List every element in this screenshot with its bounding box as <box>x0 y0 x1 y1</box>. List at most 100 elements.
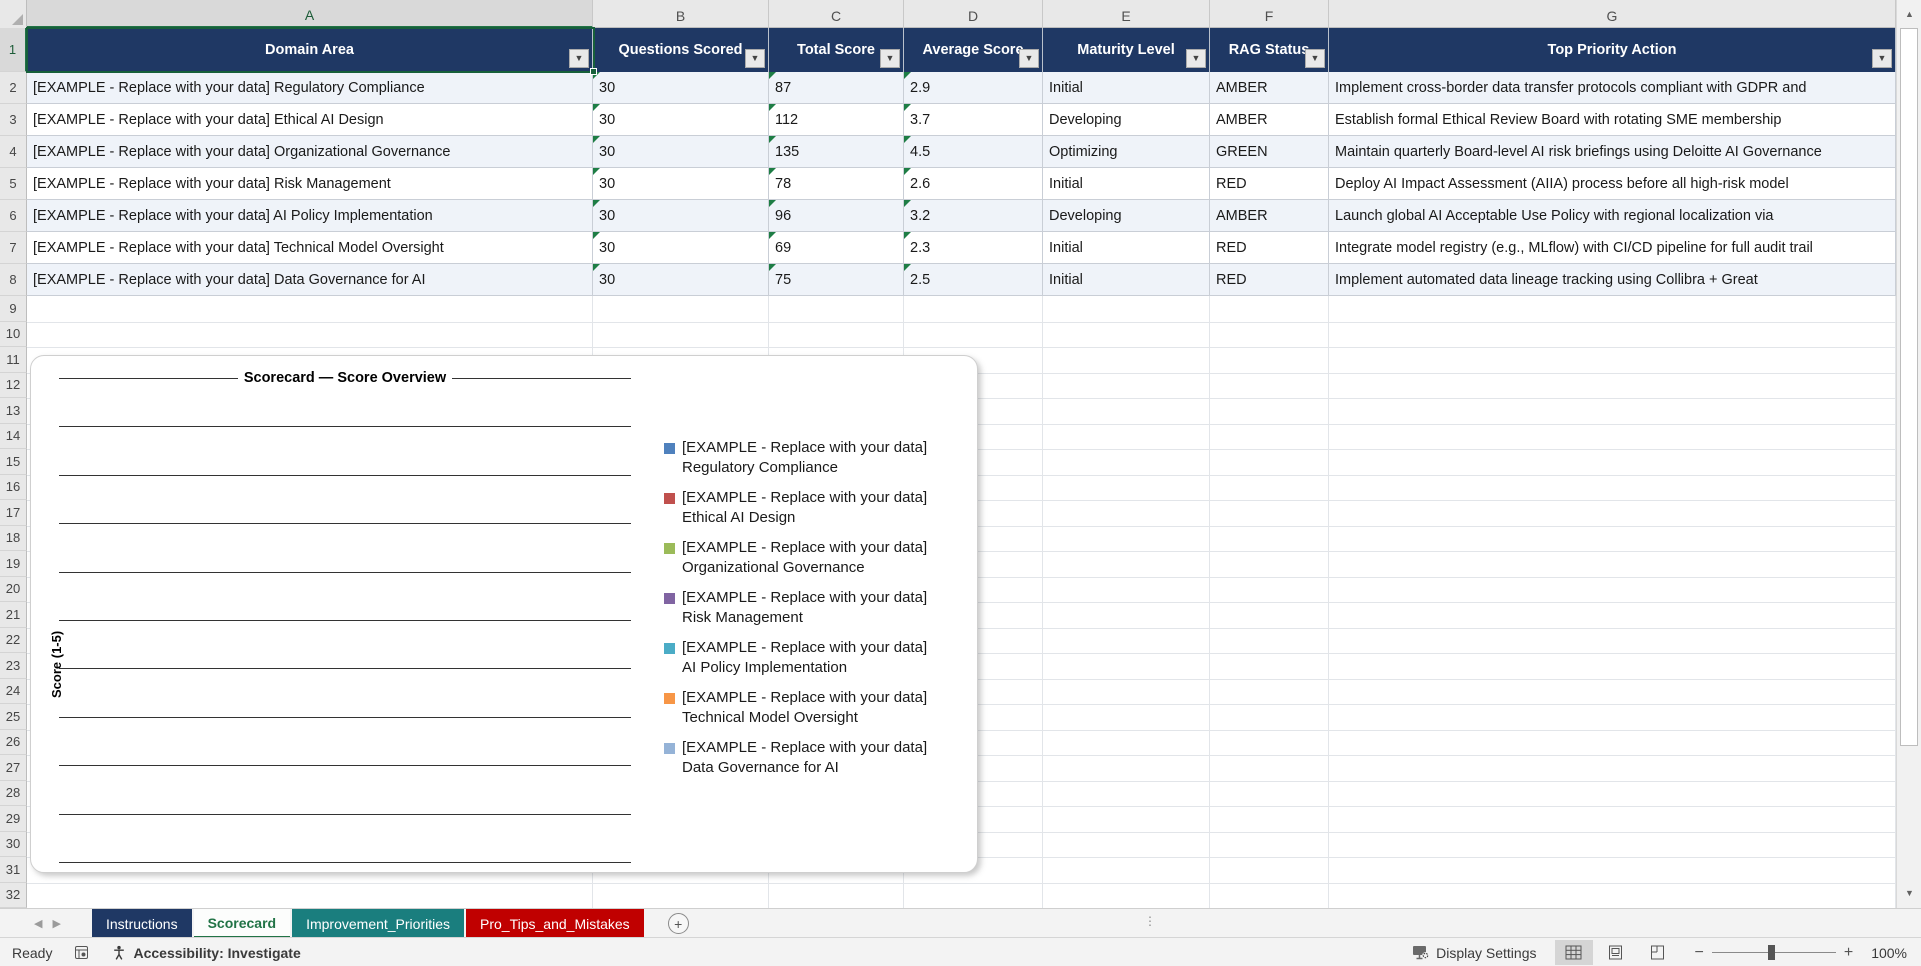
cell-G7[interactable]: Integrate model registry (e.g., MLflow) … <box>1329 232 1896 264</box>
row-header-8[interactable]: 8 <box>0 264 27 296</box>
zoom-track[interactable] <box>1711 945 1836 960</box>
filter-dropdown-icon[interactable]: ▼ <box>880 49 900 68</box>
legend-item[interactable]: [EXAMPLE - Replace with your data] Techn… <box>664 688 949 728</box>
row-header-32[interactable]: 32 <box>0 882 27 908</box>
cell-B2[interactable]: 30 <box>593 72 769 104</box>
row-header-26[interactable]: 26 <box>0 729 27 755</box>
row-header-10[interactable]: 10 <box>0 321 27 347</box>
row-header-7[interactable]: 7 <box>0 232 27 264</box>
legend-item[interactable]: [EXAMPLE - Replace with your data] Ethic… <box>664 488 949 528</box>
cell-B5[interactable]: 30 <box>593 168 769 200</box>
page-layout-view-button[interactable] <box>1597 940 1635 965</box>
row-header-2[interactable]: 2 <box>0 72 27 104</box>
cell-E4[interactable]: Optimizing <box>1043 136 1210 168</box>
table-header-F[interactable]: RAG Status ▼ <box>1210 28 1329 72</box>
filter-dropdown-icon[interactable]: ▼ <box>745 49 765 68</box>
row-header-12[interactable]: 12 <box>0 372 27 398</box>
cell-G2[interactable]: Implement cross-border data transfer pro… <box>1329 72 1896 104</box>
row-header-21[interactable]: 21 <box>0 602 27 628</box>
cell-D4[interactable]: 4.5 <box>904 136 1043 168</box>
zoom-in-icon[interactable]: + <box>1844 944 1853 962</box>
cell-D8[interactable]: 2.5 <box>904 264 1043 296</box>
cell-G8[interactable]: Implement automated data lineage trackin… <box>1329 264 1896 296</box>
cell-F4[interactable]: GREEN <box>1210 136 1329 168</box>
cell-A6[interactable]: [EXAMPLE - Replace with your data] AI Po… <box>27 200 593 232</box>
zoom-handle[interactable] <box>1767 945 1775 960</box>
accessibility-status[interactable]: Accessibility: Investigate <box>111 945 301 961</box>
row-header-23[interactable]: 23 <box>0 653 27 679</box>
row-header-30[interactable]: 30 <box>0 831 27 857</box>
cell-B6[interactable]: 30 <box>593 200 769 232</box>
row-header-16[interactable]: 16 <box>0 474 27 500</box>
cell-B8[interactable]: 30 <box>593 264 769 296</box>
cell-B3[interactable]: 30 <box>593 104 769 136</box>
filter-dropdown-icon[interactable]: ▼ <box>1186 49 1206 68</box>
cell-D2[interactable]: 2.9 <box>904 72 1043 104</box>
cell-F8[interactable]: RED <box>1210 264 1329 296</box>
normal-view-button[interactable] <box>1554 940 1593 965</box>
row-header-24[interactable]: 24 <box>0 678 27 704</box>
legend-item[interactable]: [EXAMPLE - Replace with your data] Regul… <box>664 438 949 478</box>
display-settings-button[interactable]: Display Settings <box>1412 945 1537 961</box>
fill-handle[interactable] <box>590 68 597 75</box>
vertical-scrollbar-thumb[interactable] <box>1900 28 1918 746</box>
row-header-17[interactable]: 17 <box>0 500 27 526</box>
cell-D5[interactable]: 2.6 <box>904 168 1043 200</box>
sheet-tab-scorecard[interactable]: Scorecard <box>193 909 291 938</box>
cell-F5[interactable]: RED <box>1210 168 1329 200</box>
zoom-out-icon[interactable]: − <box>1695 944 1704 962</box>
cell-A2[interactable]: [EXAMPLE - Replace with your data] Regul… <box>27 72 593 104</box>
cell-A8[interactable]: [EXAMPLE - Replace with your data] Data … <box>27 264 593 296</box>
cell-A7[interactable]: [EXAMPLE - Replace with your data] Techn… <box>27 232 593 264</box>
vertical-scrollbar[interactable]: ▲ ▼ <box>1896 0 1921 908</box>
row-header-29[interactable]: 29 <box>0 806 27 832</box>
zoom-level[interactable]: 100% <box>1871 945 1907 961</box>
legend-item[interactable]: [EXAMPLE - Replace with your data] Risk … <box>664 588 949 628</box>
column-header-A[interactable]: A <box>27 0 593 28</box>
table-header-E[interactable]: Maturity Level ▼ <box>1043 28 1210 72</box>
tab-nav-right-icon[interactable]: ▶ <box>52 917 60 930</box>
filter-dropdown-icon[interactable]: ▼ <box>1305 49 1325 68</box>
scroll-down-icon[interactable]: ▼ <box>1901 882 1918 904</box>
sheet-tab-instructions[interactable]: Instructions <box>92 909 192 938</box>
row-header-20[interactable]: 20 <box>0 576 27 602</box>
scroll-up-icon[interactable]: ▲ <box>1901 3 1918 25</box>
select-all-corner[interactable] <box>0 0 27 28</box>
column-header-B[interactable]: B <box>593 0 769 28</box>
column-header-C[interactable]: C <box>769 0 904 28</box>
new-sheet-button[interactable]: + <box>667 913 689 934</box>
table-header-D[interactable]: Average Score ▼ <box>904 28 1043 72</box>
cell-G6[interactable]: Launch global AI Acceptable Use Policy w… <box>1329 200 1896 232</box>
table-header-B[interactable]: Questions Scored ▼ <box>593 28 769 72</box>
column-header-D[interactable]: D <box>904 0 1043 28</box>
legend-item[interactable]: [EXAMPLE - Replace with your data] Organ… <box>664 538 949 578</box>
row-header-22[interactable]: 22 <box>0 627 27 653</box>
cell-E8[interactable]: Initial <box>1043 264 1210 296</box>
row-header-31[interactable]: 31 <box>0 857 27 883</box>
page-break-view-button[interactable] <box>1639 940 1677 965</box>
cell-E5[interactable]: Initial <box>1043 168 1210 200</box>
legend-item[interactable]: [EXAMPLE - Replace with your data] AI Po… <box>664 638 949 678</box>
table-header-C[interactable]: Total Score ▼ <box>769 28 904 72</box>
cell-C2[interactable]: 87 <box>769 72 904 104</box>
row-header-11[interactable]: 11 <box>0 347 27 373</box>
cell-G3[interactable]: Establish formal Ethical Review Board wi… <box>1329 104 1896 136</box>
cell-E6[interactable]: Developing <box>1043 200 1210 232</box>
cell-C3[interactable]: 112 <box>769 104 904 136</box>
legend-item[interactable]: [EXAMPLE - Replace with your data] Data … <box>664 738 949 778</box>
row-header-27[interactable]: 27 <box>0 755 27 781</box>
cell-A4[interactable]: [EXAMPLE - Replace with your data] Organ… <box>27 136 593 168</box>
cell-B7[interactable]: 30 <box>593 232 769 264</box>
sheet-tab-pro_tips_and_mistakes[interactable]: Pro_Tips_and_Mistakes <box>466 909 644 938</box>
cell-D3[interactable]: 3.7 <box>904 104 1043 136</box>
tab-nav-left-icon[interactable]: ◀ <box>34 917 42 930</box>
cell-D6[interactable]: 3.2 <box>904 200 1043 232</box>
column-header-G[interactable]: G <box>1329 0 1896 28</box>
row-header-4[interactable]: 4 <box>0 136 27 168</box>
cell-A3[interactable]: [EXAMPLE - Replace with your data] Ethic… <box>27 104 593 136</box>
row-header-19[interactable]: 19 <box>0 551 27 577</box>
cell-C6[interactable]: 96 <box>769 200 904 232</box>
filter-dropdown-icon[interactable]: ▼ <box>1872 49 1892 68</box>
cell-E2[interactable]: Initial <box>1043 72 1210 104</box>
cell-F6[interactable]: AMBER <box>1210 200 1329 232</box>
